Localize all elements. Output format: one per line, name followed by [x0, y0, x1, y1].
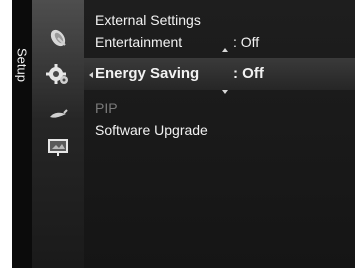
menu-item-value: : Off: [233, 65, 264, 82]
setup-menu: External Settings Entertainment : Off En…: [84, 0, 355, 268]
satellite-dish-icon[interactable]: [46, 26, 70, 50]
chili-pepper-icon[interactable]: [46, 102, 70, 126]
scroll-up-arrow-icon: [222, 48, 228, 52]
left-arrow-icon[interactable]: [89, 72, 93, 78]
category-icon-rail: [32, 0, 84, 268]
setup-tab-label: Setup: [14, 48, 30, 82]
menu-item-label: Software Upgrade: [95, 122, 208, 138]
scroll-down-arrow-icon: [222, 90, 228, 94]
menu-item-label: External Settings: [95, 12, 201, 28]
menu-item-value: : Off: [233, 34, 260, 50]
gear-icon[interactable]: [46, 62, 70, 86]
setup-tab[interactable]: Setup: [12, 0, 32, 268]
menu-item-label: PIP: [95, 100, 118, 116]
menu-item-entertainment[interactable]: Entertainment : Off: [95, 32, 259, 52]
input-display-icon[interactable]: [46, 135, 70, 159]
menu-item-external-settings[interactable]: External Settings: [95, 10, 201, 30]
menu-item-software-upgrade[interactable]: Software Upgrade: [95, 120, 208, 140]
menu-item-pip: PIP: [95, 98, 118, 118]
menu-item-label: Energy Saving: [95, 65, 200, 82]
menu-item-energy-saving[interactable]: Energy Saving : Off: [95, 64, 264, 84]
menu-item-label: Entertainment: [95, 34, 183, 50]
tv-menu-frame: Setup External Settings Entertainment: …: [12, 0, 355, 268]
